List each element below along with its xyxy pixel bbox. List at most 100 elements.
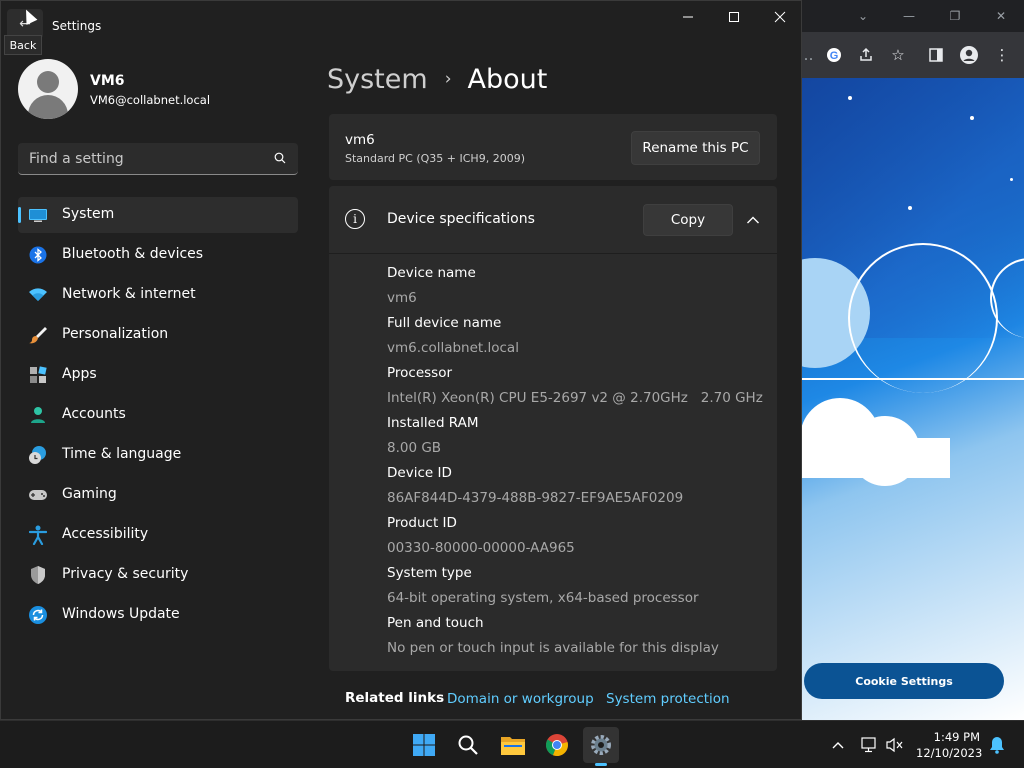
sidebar-item-privacy[interactable]: Privacy & security (18, 557, 298, 593)
chevron-up-icon[interactable] (741, 208, 765, 232)
desktop: ⌄ — ❐ ✕ … G ☆ ⋮ Cookie Settings ← Settin… (0, 0, 1024, 720)
pc-model: Standard PC (Q35 + ICH9, 2009) (345, 152, 525, 165)
share-icon[interactable] (852, 41, 880, 69)
window-title: Settings (52, 19, 102, 33)
sidebar-nav: System Bluetooth & devices Network & int… (18, 197, 298, 637)
taskbar-search-button[interactable] (450, 727, 486, 763)
system-clock[interactable]: 1:49 PM 12/10/2023 (916, 729, 982, 761)
google-icon[interactable]: G (820, 41, 848, 69)
system-icon (28, 205, 48, 225)
spec-value: 64-bit operating system, x64-based proce… (387, 590, 699, 606)
star-decoration (848, 96, 852, 100)
browser-titlebar[interactable]: ⌄ — ❐ ✕ (800, 0, 1024, 32)
sidebar-item-bluetooth[interactable]: Bluetooth & devices (18, 237, 298, 273)
spec-value: No pen or touch input is available for t… (387, 640, 719, 656)
spec-label: System type (387, 565, 472, 581)
network-wired-icon[interactable] (858, 734, 880, 756)
spec-value: 00330-80000-00000-AA965 (387, 540, 575, 556)
file-explorer-button[interactable] (495, 727, 531, 763)
spec-value: 8.00 GB (387, 440, 442, 456)
device-specifications-header[interactable]: i Device specifications Copy (329, 186, 777, 254)
bluetooth-icon (28, 245, 48, 265)
spec-value: 86AF844D-4379-488B-9827-EF9AE5AF0209 (387, 490, 684, 506)
file-explorer-icon (501, 737, 525, 755)
sidebar-item-label: System (62, 206, 115, 222)
spec-row: System type 64-bit operating system, x64… (387, 564, 767, 614)
system-protection-link[interactable]: System protection (606, 691, 730, 707)
copy-button[interactable]: Copy (643, 204, 733, 236)
sidebar-item-apps[interactable]: Apps (18, 357, 298, 393)
shield-icon (28, 565, 48, 585)
sidebar-item-network[interactable]: Network & internet (18, 277, 298, 313)
back-tooltip: Back (4, 35, 42, 55)
taskbar: 1:49 PM 12/10/2023 (0, 720, 1024, 768)
sidebar-item-label: Accessibility (62, 526, 149, 542)
cookie-settings-button[interactable]: Cookie Settings (804, 663, 1004, 699)
sidebar-item-gaming[interactable]: Gaming (18, 477, 298, 513)
close-button[interactable] (757, 1, 801, 33)
breadcrumb-separator: › (444, 69, 452, 89)
sidebar-item-system[interactable]: System (18, 197, 298, 233)
web-page: Cookie Settings (800, 78, 1024, 720)
browser-toolbar: … G ☆ ⋮ (800, 32, 1024, 78)
minimize-button[interactable] (665, 1, 711, 33)
start-button[interactable] (406, 727, 442, 763)
spec-label: Device name (387, 265, 476, 281)
notification-bell-icon[interactable] (986, 734, 1008, 756)
search-icon[interactable] (274, 152, 286, 164)
cloud-decoration (800, 438, 950, 478)
device-specifications-card: i Device specifications Copy Device name… (329, 186, 777, 671)
search-input[interactable] (18, 143, 258, 174)
spec-label: Product ID (387, 515, 457, 531)
sidebar-item-time-language[interactable]: Time & language (18, 437, 298, 473)
device-specifications-title: Device specifications (387, 211, 535, 227)
bookmark-star-icon[interactable]: ☆ (884, 41, 912, 69)
star-decoration (970, 116, 974, 120)
sidebar-item-label: Network & internet (62, 286, 196, 302)
avatar[interactable] (18, 59, 78, 119)
chevron-down-icon[interactable]: ⌄ (840, 0, 886, 32)
menu-kebab-icon[interactable]: ⋮ (988, 41, 1016, 69)
chrome-button[interactable] (539, 727, 575, 763)
sidebar-item-label: Windows Update (62, 606, 180, 622)
spec-label: Full device name (387, 315, 502, 331)
tray-chevron-up-icon[interactable] (827, 734, 849, 756)
pc-name: vm6 (345, 132, 375, 148)
spec-row: Pen and touch No pen or touch input is a… (387, 614, 767, 664)
svg-text:G: G (830, 50, 839, 62)
profile-name: VM6 (90, 73, 125, 89)
spec-label: Installed RAM (387, 415, 479, 431)
browser-window[interactable]: ⌄ — ❐ ✕ … G ☆ ⋮ Cookie Settings (800, 0, 1024, 720)
close-icon[interactable]: ✕ (978, 0, 1024, 32)
volume-muted-icon[interactable] (884, 734, 906, 756)
breadcrumb-parent[interactable]: System (327, 64, 428, 95)
close-icon (774, 11, 786, 23)
minimize-icon[interactable]: — (886, 0, 932, 32)
spec-row: Device ID 86AF844D-4379-488B-9827-EF9AE5… (387, 464, 767, 514)
settings-icon (591, 735, 611, 755)
sidebar-item-accounts[interactable]: Accounts (18, 397, 298, 433)
spec-label: Processor (387, 365, 453, 381)
settings-taskbar-button[interactable] (583, 727, 619, 763)
info-icon: i (345, 209, 365, 229)
spec-value: Intel(R) Xeon(R) CPU E5-2697 v2 @ 2.70GH… (387, 390, 763, 406)
spec-row: Device name vm6 (387, 264, 767, 314)
sidebar-item-label: Bluetooth & devices (62, 246, 204, 262)
domain-workgroup-link[interactable]: Domain or workgroup (447, 691, 594, 707)
profile-icon[interactable] (955, 41, 983, 69)
profile-email: VM6@collabnet.local (90, 93, 211, 107)
star-decoration (908, 206, 912, 210)
minimize-icon (683, 16, 693, 18)
sidebar-item-windows-update[interactable]: Windows Update (18, 597, 298, 633)
spec-value: vm6.collabnet.local (387, 340, 519, 356)
sidebar-item-accessibility[interactable]: Accessibility (18, 517, 298, 553)
accessibility-icon (28, 525, 48, 545)
maximize-button[interactable] (711, 1, 757, 33)
side-panel-icon[interactable] (922, 41, 950, 69)
rename-pc-button[interactable]: Rename this PC (631, 131, 760, 165)
sidebar-item-personalization[interactable]: Personalization (18, 317, 298, 353)
restore-icon[interactable]: ❐ (932, 0, 978, 32)
spec-label: Pen and touch (387, 615, 484, 631)
sidebar-item-label: Gaming (62, 486, 117, 502)
search-box[interactable] (18, 143, 298, 175)
